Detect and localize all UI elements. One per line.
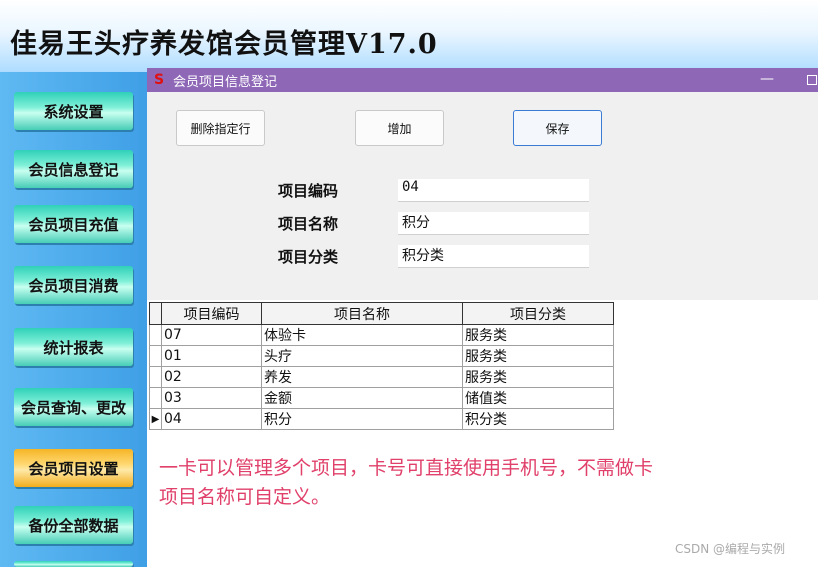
cell-name[interactable]: 头疗: [261, 345, 463, 367]
cell-code[interactable]: 02: [161, 366, 262, 388]
row-header[interactable]: [149, 324, 162, 346]
cell-category[interactable]: 积分类: [462, 408, 614, 430]
row-header[interactable]: [149, 345, 162, 367]
note-line-1: 一卡可以管理多个项目，卡号可直接使用手机号，不需做卡: [159, 457, 654, 479]
table-row[interactable]: ▶ 04 积分 积分类: [149, 408, 614, 430]
sidebar-item-backup-data[interactable]: 备份全部数据: [14, 506, 133, 544]
table-row[interactable]: 02 养发 服务类: [149, 366, 614, 388]
feature-note: 一卡可以管理多个项目，卡号可直接使用手机号，不需做卡 项目名称可自定义。: [159, 454, 809, 512]
name-input[interactable]: 积分: [398, 212, 589, 235]
category-input[interactable]: 积分类: [398, 245, 589, 268]
cell-code[interactable]: 03: [161, 387, 262, 409]
sidebar-item-project-consumption[interactable]: 会员项目消费: [14, 266, 133, 304]
table-row[interactable]: 03 金额 储值类: [149, 387, 614, 409]
app-logo-icon: S: [153, 72, 165, 88]
cell-name[interactable]: 养发: [261, 366, 463, 388]
cell-name[interactable]: 积分: [261, 408, 463, 430]
cell-code[interactable]: 01: [161, 345, 262, 367]
window-titlebar: S 会员项目信息登记: [147, 68, 818, 92]
delete-row-button[interactable]: 删除指定行: [176, 110, 265, 146]
table-row[interactable]: 01 头疗 服务类: [149, 345, 614, 367]
maximize-icon[interactable]: [807, 75, 817, 85]
note-line-2: 项目名称可自定义。: [159, 486, 331, 508]
name-label: 项目名称: [278, 215, 339, 233]
grid-area: 项目编码 项目名称 项目分类 07 体验卡 服务类 01 头疗 服务类 02 养…: [147, 300, 818, 567]
grid-header-row: 项目编码 项目名称 项目分类: [149, 302, 614, 325]
add-button[interactable]: 增加: [355, 110, 444, 146]
sidebar-item-statistics-report[interactable]: 统计报表: [14, 328, 133, 366]
table-row[interactable]: 07 体验卡 服务类: [149, 324, 614, 346]
category-label: 项目分类: [278, 248, 339, 266]
grid-header-category[interactable]: 项目分类: [462, 302, 614, 325]
row-header[interactable]: [149, 387, 162, 409]
grid-header-name[interactable]: 项目名称: [261, 302, 463, 325]
row-header[interactable]: [149, 366, 162, 388]
grid-corner-cell: [149, 302, 162, 325]
sidebar-item-project-recharge[interactable]: 会员项目充值: [14, 205, 133, 243]
cell-category[interactable]: 储值类: [462, 387, 614, 409]
sidebar-item-system-settings[interactable]: 系统设置: [14, 92, 133, 130]
cell-code[interactable]: 04: [161, 408, 262, 430]
cell-code[interactable]: 07: [161, 324, 262, 346]
sidebar-item-project-settings[interactable]: 会员项目设置: [14, 449, 133, 487]
form-area: 删除指定行 增加 保存 项目编码 04 项目名称 积分 项目分类 积分类: [147, 92, 818, 300]
cell-name[interactable]: 金额: [261, 387, 463, 409]
app-title: 佳易王头疗养发馆会员管理V17.0: [10, 29, 438, 60]
sidebar-item-member-registration[interactable]: 会员信息登记: [14, 150, 133, 188]
sidebar-item-partial[interactable]: [14, 561, 133, 567]
cell-category[interactable]: 服务类: [462, 345, 614, 367]
cell-category[interactable]: 服务类: [462, 324, 614, 346]
project-grid: 项目编码 项目名称 项目分类 07 体验卡 服务类 01 头疗 服务类 02 养…: [149, 302, 614, 430]
cell-name[interactable]: 体验卡: [261, 324, 463, 346]
window-title: 会员项目信息登记: [173, 74, 278, 90]
minimize-icon[interactable]: —: [759, 70, 775, 88]
grid-header-code[interactable]: 项目编码: [161, 302, 262, 325]
save-button[interactable]: 保存: [513, 110, 602, 146]
sidebar: [0, 72, 147, 567]
sidebar-item-member-query[interactable]: 会员查询、更改: [14, 388, 133, 426]
code-label: 项目编码: [278, 182, 339, 200]
member-project-window: S 会员项目信息登记 — 删除指定行 增加 保存 项目编码 04 项目名称 积分…: [147, 68, 818, 567]
cell-category[interactable]: 服务类: [462, 366, 614, 388]
current-row-marker-icon[interactable]: ▶: [149, 408, 162, 430]
code-input[interactable]: 04: [398, 179, 589, 202]
watermark: CSDN @编程与实例: [675, 542, 786, 556]
